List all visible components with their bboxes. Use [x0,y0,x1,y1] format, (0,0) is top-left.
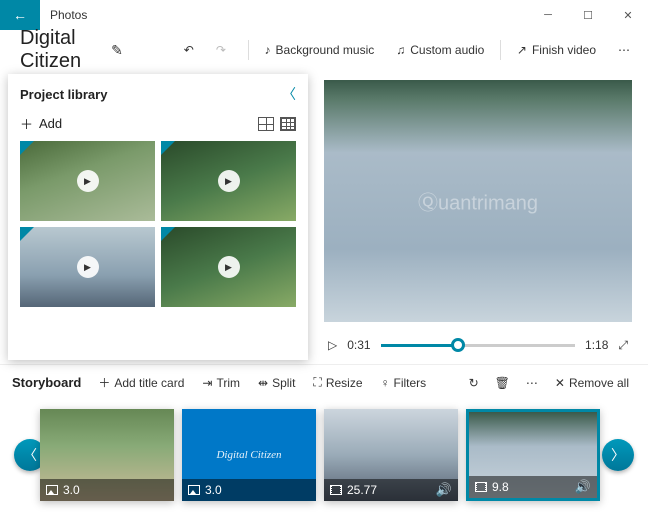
divider [248,40,249,60]
play-icon: ▶ [77,170,99,192]
close-button[interactable]: ✕ [608,0,648,30]
clip-duration: 9.8 [492,480,509,494]
image-icon [46,485,58,495]
divider [500,40,501,60]
video-preview[interactable]: Ⓠuantrimang [324,80,632,322]
clip-duration: 25.77 [347,483,377,497]
video-icon [475,482,487,492]
storyboard-clip[interactable]: 25.77 🔊 [324,409,458,501]
add-title-card-button[interactable]: ＋Add title card [91,370,191,395]
used-marker-icon [161,141,175,155]
title-card-text: Digital Citizen [216,449,281,461]
project-name: Digital Citizen [10,27,101,73]
close-icon: ✕ [555,376,565,390]
audio-icon: ♫ [396,43,405,57]
storyboard-title: Storyboard [12,375,81,390]
minimize-button[interactable]: ─ [528,0,568,30]
used-marker-icon [20,141,34,155]
resize-button[interactable]: ⛶Resize [306,371,369,394]
storyboard-clip[interactable]: 3.0 [40,409,174,501]
library-item[interactable]: ▶ [20,141,155,221]
trim-button[interactable]: ⇥Trim [195,372,247,394]
clip-duration: 3.0 [63,483,80,497]
project-library-panel: Project library 〈 ＋Add ▶ ▶ ▶ ▶ [8,74,308,360]
plus-icon: ＋ [98,374,110,391]
plus-icon: ＋ [20,114,33,133]
share-icon: ↗ [517,43,527,57]
library-item[interactable]: ▶ [161,141,296,221]
total-time: 1:18 [585,338,608,352]
play-icon: ▶ [218,170,240,192]
clip-more-button[interactable]: ⋯ [520,372,544,394]
play-icon: ▶ [77,256,99,278]
back-button[interactable]: ← [0,0,40,30]
maximize-button[interactable]: ☐ [568,0,608,30]
used-marker-icon [161,227,175,241]
background-music-button[interactable]: ♪Background music [257,39,383,61]
split-button[interactable]: ⇹Split [251,372,302,394]
play-button[interactable]: ▷ [328,338,337,352]
grid-view-icon[interactable] [258,117,274,131]
storyboard-clip-selected[interactable]: 9.8 🔊 [466,409,600,501]
music-icon: ♪ [265,43,271,57]
storyboard-clip[interactable]: Digital Citizen 3.0 [182,409,316,501]
seek-slider[interactable] [381,344,575,347]
redo-button: ↷ [208,39,234,61]
remove-all-button[interactable]: ✕Remove all [548,372,636,394]
dense-grid-view-icon[interactable] [280,117,296,131]
edit-name-icon[interactable]: ✎ [107,38,127,63]
rotate-button[interactable]: ↻ [463,372,485,394]
watermark: Ⓠuantrimang [418,187,538,216]
trim-icon: ⇥ [202,376,212,390]
finish-video-button[interactable]: ↗Finish video [509,39,604,61]
clip-duration: 3.0 [205,483,222,497]
custom-audio-button[interactable]: ♫Custom audio [388,39,492,61]
delete-button[interactable]: 🗑 [489,372,516,394]
library-title: Project library [20,87,107,102]
filters-button[interactable]: ♀Filters [374,372,434,394]
collapse-library-icon[interactable]: 〈 [282,84,296,104]
scroll-right-button[interactable]: 〉 [602,439,634,471]
video-icon [330,485,342,495]
filters-icon: ♀ [381,376,390,390]
current-time: 0:31 [347,338,370,352]
resize-icon: ⛶ [313,375,321,390]
window-title: Photos [40,8,87,22]
fullscreen-button[interactable]: ⤢ [618,338,628,353]
library-item[interactable]: ▶ [161,227,296,307]
image-icon [188,485,200,495]
library-item[interactable]: ▶ [20,227,155,307]
volume-icon: 🔊 [575,479,591,495]
add-media-button[interactable]: ＋Add [20,114,62,133]
used-marker-icon [20,227,34,241]
volume-icon: 🔊 [436,482,452,498]
split-icon: ⇹ [258,376,268,390]
play-icon: ▶ [218,256,240,278]
more-button[interactable]: ⋯ [610,39,638,61]
undo-button[interactable]: ↶ [176,39,202,61]
